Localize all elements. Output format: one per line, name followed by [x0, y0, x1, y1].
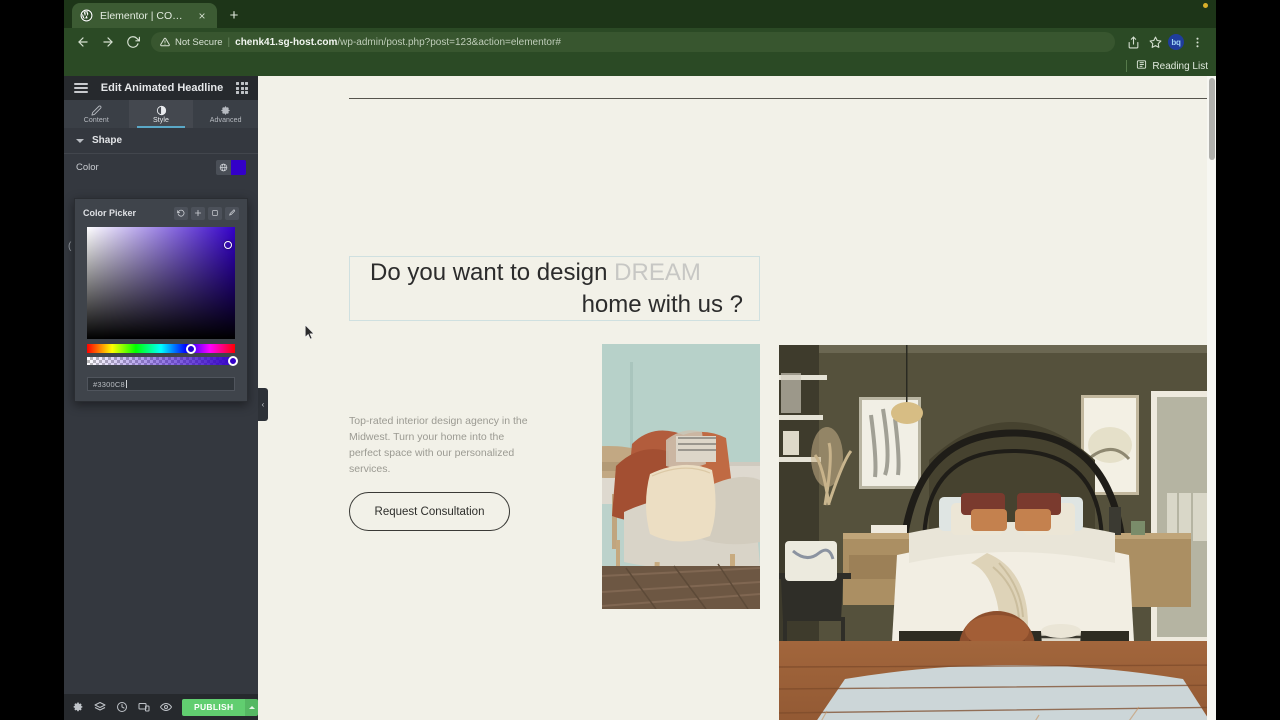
saturation-handle[interactable] [224, 241, 232, 249]
navigator-icon[interactable] [94, 701, 106, 714]
three-dot-menu-icon[interactable] [1188, 33, 1206, 51]
wordpress-icon [80, 9, 93, 22]
hue-slider[interactable] [87, 343, 235, 354]
share-icon[interactable] [1124, 33, 1142, 51]
panel-tabs: Content Style Advanced [64, 100, 258, 128]
headline-static-text: Do you want to design [370, 258, 615, 286]
animated-headline-widget[interactable]: Do you want to design DREAM home with us… [349, 256, 760, 321]
tab-strip: Elementor | COFFEE × + [64, 0, 1216, 28]
eyedropper-icon[interactable] [225, 206, 239, 220]
caret-up-icon [248, 705, 255, 709]
elementor-canvas: Do you want to design DREAM home with us… [258, 76, 1216, 720]
reload-icon[interactable] [122, 31, 144, 53]
headline-line-1: Do you want to design DREAM [370, 257, 743, 289]
color-control-label: Color [76, 161, 99, 173]
history-icon[interactable] [116, 701, 128, 714]
address-bar[interactable]: Not Secure | chenk41.sg-host.com/wp-admi… [151, 32, 1115, 52]
omnibox-separator: | [227, 36, 231, 48]
bookmark-divider [1126, 60, 1128, 72]
tab-content-label: Content [83, 116, 109, 124]
bedroom-interior-photo [779, 345, 1216, 720]
alpha-gradient [87, 357, 235, 365]
back-arrow-icon[interactable] [72, 31, 94, 53]
new-tab-button[interactable]: + [223, 4, 245, 26]
hex-input-value: #3300C8 [93, 379, 125, 389]
url-text: chenk41.sg-host.com/wp-admin/post.php?po… [235, 37, 561, 48]
gear-icon [220, 105, 231, 116]
toolbar-actions: bq [1124, 33, 1208, 51]
preview-icon[interactable] [160, 701, 172, 714]
pencil-icon [91, 105, 102, 116]
shape-section-header[interactable]: Shape [64, 128, 258, 154]
publish-options-button[interactable] [245, 698, 259, 716]
url-domain: chenk41.sg-host.com [235, 36, 338, 48]
bookmarks-bar: Reading List [64, 56, 1216, 76]
add-icon[interactable] [191, 206, 205, 220]
panel-header: Edit Animated Headline [64, 76, 258, 100]
hex-input-field[interactable]: #3300C8 [87, 377, 235, 391]
alpha-slider[interactable] [87, 356, 238, 366]
reading-list-button[interactable]: Reading List [1136, 59, 1208, 73]
color-picker-popover: Color Picker #3300C8 [74, 198, 248, 402]
publish-button-group: PUBLISH [182, 698, 259, 716]
globe-icon[interactable] [216, 159, 231, 175]
tab-style-label: Style [152, 116, 170, 124]
sofa-banquette-photo [602, 344, 760, 609]
profile-avatar[interactable]: bq [1168, 34, 1184, 50]
tab-content[interactable]: Content [64, 100, 129, 128]
browser-tab[interactable]: Elementor | COFFEE × [72, 3, 217, 28]
warning-triangle-icon [160, 37, 170, 47]
canvas-scrollbar-track[interactable] [1207, 76, 1216, 720]
color-picker-title: Color Picker [83, 208, 137, 218]
saturation-value-area[interactable] [87, 227, 235, 339]
grid-apps-icon[interactable] [236, 82, 248, 94]
text-cursor [125, 380, 127, 388]
delete-icon[interactable] [208, 206, 222, 220]
color-picker-tools [174, 206, 239, 220]
alpha-handle[interactable] [228, 356, 238, 366]
request-consultation-button[interactable]: Request Consultation [349, 492, 510, 531]
color-swatch[interactable] [231, 159, 246, 175]
tab-advanced[interactable]: Advanced [193, 100, 258, 128]
body-paragraph: Top-rated interior design agency in the … [349, 415, 528, 475]
color-control-row: Color [64, 154, 258, 180]
page-viewport: Do you want to design DREAM home with us… [64, 76, 1216, 720]
url-path: /wp-admin/post.php?post=123&action=eleme… [337, 36, 561, 48]
hamburger-menu-icon[interactable] [74, 83, 88, 93]
browser-toolbar: Not Secure | chenk41.sg-host.com/wp-admi… [64, 28, 1216, 56]
close-icon[interactable]: × [195, 9, 209, 23]
elementor-editor-panel: Edit Animated Headline Content Style Adv… [64, 76, 259, 720]
reading-list-icon [1136, 59, 1147, 73]
settings-icon[interactable] [72, 701, 84, 714]
headline-line-2: home with us ? [581, 290, 743, 318]
panel-collapse-handle[interactable]: ‹ [258, 388, 268, 421]
chevron-down-icon [76, 138, 84, 143]
contrast-icon [156, 105, 167, 116]
section-divider-line [349, 98, 1216, 99]
reading-list-label: Reading List [1152, 60, 1208, 72]
color-swatch-group [216, 159, 246, 175]
headline-animated-word: DREAM [614, 258, 701, 286]
shape-section-label: Shape [92, 135, 123, 146]
tab-advanced-label: Advanced [209, 116, 242, 124]
star-icon[interactable] [1146, 33, 1164, 51]
reset-icon[interactable] [174, 206, 188, 220]
panel-footer: PUBLISH [64, 694, 259, 720]
color-picker-header: Color Picker [83, 205, 239, 221]
hue-handle[interactable] [186, 343, 196, 354]
publish-button[interactable]: PUBLISH [182, 698, 246, 716]
responsive-icon[interactable] [138, 701, 150, 714]
security-status-label: Not Secure [175, 36, 223, 48]
tab-title: Elementor | COFFEE [100, 9, 188, 22]
window-indicator-dot [1203, 3, 1208, 8]
mouse-cursor [305, 325, 316, 340]
canvas-scrollbar-thumb[interactable] [1209, 78, 1215, 160]
tab-style[interactable]: Style [128, 100, 194, 128]
panel-title: Edit Animated Headline [100, 82, 224, 94]
browser-window: Elementor | COFFEE × + Not Secure | chen… [64, 0, 1216, 720]
forward-arrow-icon[interactable] [97, 31, 119, 53]
